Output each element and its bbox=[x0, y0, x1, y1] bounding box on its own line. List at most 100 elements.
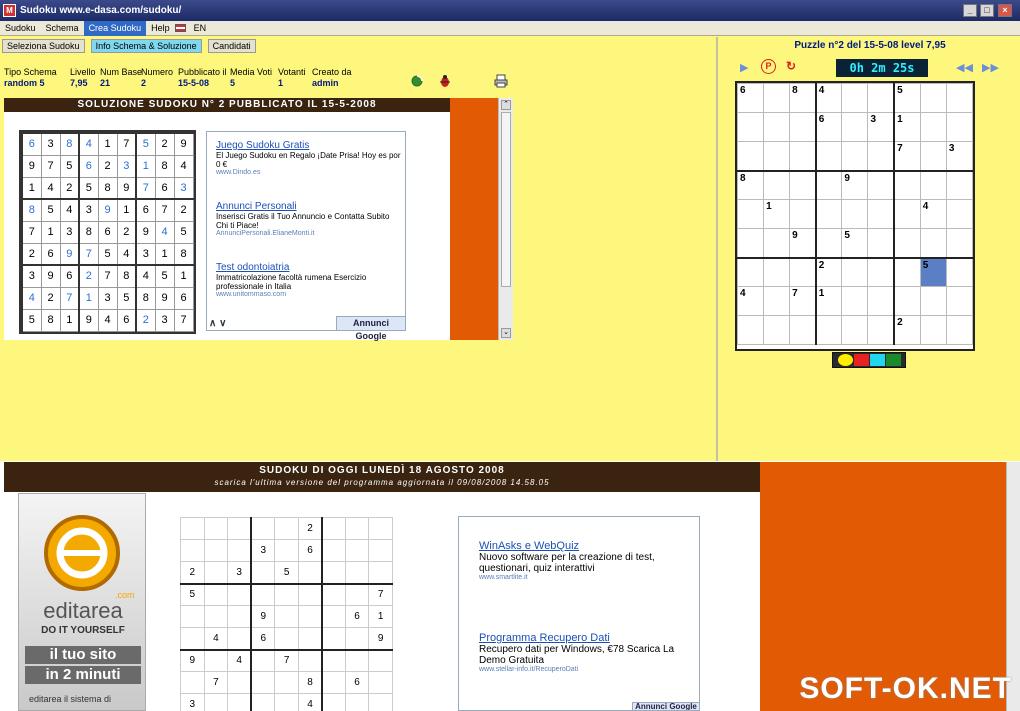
pause-icon[interactable]: P bbox=[761, 59, 776, 74]
today-cell[interactable] bbox=[321, 648, 346, 672]
puzzle-cell[interactable] bbox=[919, 169, 947, 200]
today-cell[interactable] bbox=[227, 539, 252, 562]
today-cell[interactable]: 9 bbox=[368, 627, 393, 650]
puzzle-cell[interactable] bbox=[945, 256, 974, 287]
puzzle-cell[interactable] bbox=[841, 286, 869, 316]
puzzle-cell[interactable]: 4 bbox=[736, 286, 765, 316]
today-cell[interactable]: 7 bbox=[203, 671, 229, 694]
ad-title[interactable]: Juego Sudoku Gratis bbox=[216, 140, 401, 151]
today-cell[interactable] bbox=[274, 627, 299, 650]
today-cell[interactable] bbox=[203, 693, 229, 711]
puzzle-cell[interactable] bbox=[867, 83, 895, 113]
today-cell[interactable]: 6 bbox=[297, 539, 323, 562]
today-cell[interactable] bbox=[274, 693, 299, 711]
puzzle-cell[interactable]: 7 bbox=[893, 141, 921, 171]
puzzle-cell[interactable] bbox=[763, 256, 791, 287]
puzzle-cell[interactable]: 8 bbox=[789, 83, 817, 113]
rewind-icon[interactable]: ◀◀ bbox=[956, 61, 973, 74]
puzzle-cell[interactable] bbox=[763, 286, 791, 316]
puzzle-cell[interactable] bbox=[867, 141, 895, 171]
puzzle-cell[interactable] bbox=[789, 112, 817, 142]
puzzle-cell[interactable]: 5 bbox=[919, 256, 947, 287]
tab-candidati[interactable]: Candidati bbox=[207, 38, 256, 53]
today-cell[interactable] bbox=[297, 582, 323, 606]
puzzle-cell[interactable]: 2 bbox=[893, 315, 921, 345]
today-cell[interactable] bbox=[321, 693, 346, 711]
bug-icon[interactable] bbox=[438, 74, 452, 88]
puzzle-cell[interactable] bbox=[867, 169, 895, 200]
today-cell[interactable]: 4 bbox=[297, 693, 323, 711]
puzzle-cell[interactable] bbox=[763, 141, 791, 171]
fast-forward-icon[interactable]: ▶▶ bbox=[982, 61, 999, 74]
puzzle-cell[interactable] bbox=[841, 256, 869, 287]
color-swatch[interactable] bbox=[869, 354, 885, 366]
puzzle-cell[interactable] bbox=[763, 169, 791, 200]
today-cell[interactable] bbox=[203, 517, 229, 540]
ad-url[interactable]: www.unitommaso.com bbox=[216, 291, 401, 298]
today-cell[interactable] bbox=[274, 582, 299, 606]
today-cell[interactable] bbox=[203, 561, 229, 584]
puzzle-cell[interactable] bbox=[789, 199, 817, 229]
today-cell[interactable]: 8 bbox=[297, 671, 323, 694]
reset-icon[interactable]: ↻ bbox=[786, 59, 796, 73]
today-cell[interactable] bbox=[297, 605, 323, 628]
puzzle-cell[interactable] bbox=[814, 228, 843, 258]
today-cell[interactable] bbox=[321, 517, 346, 540]
today-cell[interactable] bbox=[344, 561, 370, 584]
ad-url[interactable]: AnnunciPersonali.ElianeMonti.it bbox=[216, 230, 401, 237]
today-cell[interactable]: 5 bbox=[180, 582, 205, 606]
today-cell[interactable] bbox=[368, 539, 393, 562]
today-cell[interactable] bbox=[321, 539, 346, 562]
today-cell[interactable] bbox=[227, 693, 252, 711]
puzzle-cell[interactable] bbox=[867, 199, 895, 229]
color-swatch[interactable] bbox=[853, 354, 869, 366]
puzzle-cell[interactable] bbox=[736, 112, 765, 142]
today-cell[interactable] bbox=[344, 693, 370, 711]
today-cell[interactable] bbox=[203, 648, 229, 672]
today-cell[interactable]: 4 bbox=[227, 648, 252, 672]
puzzle-cell[interactable] bbox=[945, 228, 974, 258]
puzzle-cell[interactable]: 4 bbox=[814, 83, 843, 113]
today-cell[interactable] bbox=[227, 517, 252, 540]
today-cell[interactable] bbox=[321, 627, 346, 650]
today-cell[interactable]: 5 bbox=[274, 561, 299, 584]
puzzle-cell[interactable] bbox=[736, 199, 765, 229]
today-cell[interactable]: 9 bbox=[250, 605, 276, 628]
ad-title[interactable]: Programma Recupero Dati bbox=[479, 632, 689, 644]
puzzle-cell[interactable] bbox=[945, 83, 974, 113]
puzzle-cell[interactable]: 3 bbox=[867, 112, 895, 142]
puzzle-cell[interactable] bbox=[736, 315, 765, 345]
annunci-google[interactable]: Annunci Google bbox=[336, 316, 406, 341]
today-cell[interactable] bbox=[227, 582, 252, 606]
today-cell[interactable] bbox=[321, 582, 346, 606]
today-cell[interactable] bbox=[180, 539, 205, 562]
puzzle-cell[interactable] bbox=[945, 315, 974, 345]
puzzle-cell[interactable] bbox=[789, 169, 817, 200]
today-cell[interactable]: 3 bbox=[180, 693, 205, 711]
today-cell[interactable] bbox=[227, 605, 252, 628]
today-cell[interactable] bbox=[297, 627, 323, 650]
today-cell[interactable] bbox=[274, 517, 299, 540]
play-icon[interactable]: ▶ bbox=[740, 61, 748, 74]
puzzle-cell[interactable] bbox=[945, 199, 974, 229]
puzzle-cell[interactable] bbox=[763, 83, 791, 113]
today-cell[interactable]: 3 bbox=[250, 539, 276, 562]
puzzle-cell[interactable]: 3 bbox=[945, 141, 974, 171]
menu-item-sudoku[interactable]: Sudoku bbox=[0, 21, 41, 36]
puzzle-cell[interactable] bbox=[736, 228, 765, 258]
puzzle-cell[interactable]: 1 bbox=[814, 286, 843, 316]
today-cell[interactable]: 4 bbox=[203, 627, 229, 650]
today-cell[interactable] bbox=[297, 561, 323, 584]
close-icon[interactable]: × bbox=[998, 4, 1012, 17]
today-cell[interactable] bbox=[227, 671, 252, 694]
today-cell[interactable] bbox=[344, 539, 370, 562]
puzzle-cell[interactable] bbox=[919, 83, 947, 113]
today-cell[interactable] bbox=[368, 561, 393, 584]
puzzle-cell[interactable] bbox=[893, 286, 921, 316]
menu-item-schema[interactable]: Schema bbox=[41, 21, 84, 36]
today-cell[interactable] bbox=[344, 517, 370, 540]
puzzle-cell[interactable] bbox=[867, 315, 895, 345]
scrollbar[interactable]: ⌃ ⌄ bbox=[498, 98, 513, 340]
puzzle-cell[interactable] bbox=[814, 169, 843, 200]
ad-title[interactable]: Annunci Personali bbox=[216, 201, 401, 212]
